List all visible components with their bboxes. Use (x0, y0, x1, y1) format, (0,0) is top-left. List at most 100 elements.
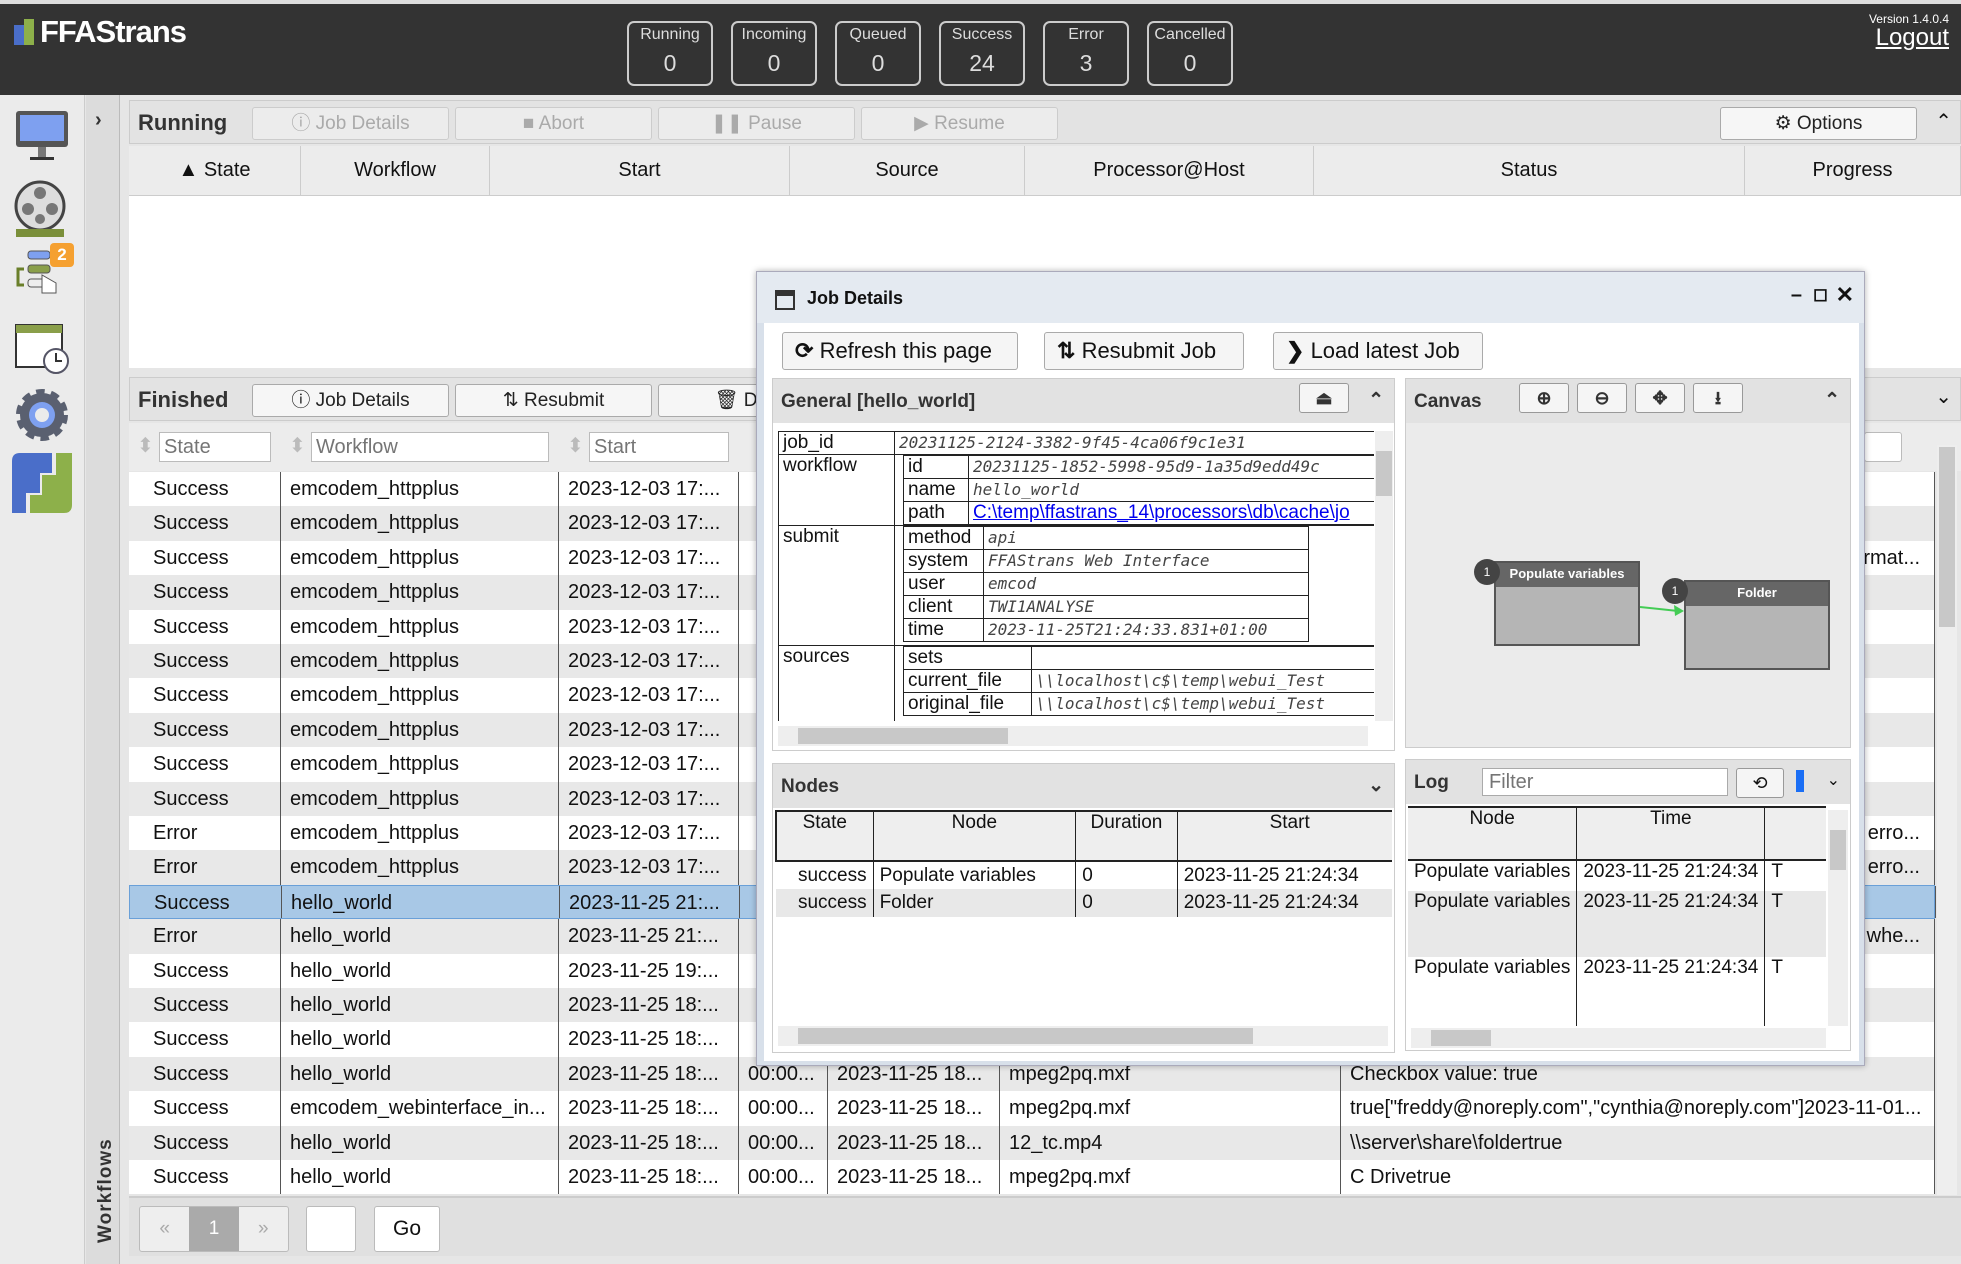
general-v-scrollbar[interactable] (1375, 431, 1393, 721)
scheduler-icon[interactable] (12, 317, 72, 377)
finished-scrollbar[interactable] (1937, 445, 1957, 1195)
options-button[interactable]: ⚙ Options (1720, 107, 1917, 140)
finished-job-details-button[interactable]: ⓘ Job Details (252, 384, 449, 417)
counter-cancelled[interactable]: Cancelled 0 (1147, 21, 1233, 86)
counter-queued[interactable]: Queued 0 (835, 21, 921, 86)
abort-button[interactable]: ■ Abort (455, 107, 652, 140)
cell-end: 2023-11-25 18... (828, 1160, 1000, 1195)
collapse-general-icon[interactable]: ⌃ (1368, 389, 1384, 412)
cell-source: mpeg2pq.mxf (1000, 1091, 1341, 1126)
maximize-icon[interactable]: ◻ (1813, 284, 1828, 305)
column-header-state[interactable]: ▲ State (129, 146, 301, 195)
table-row[interactable]: Success emcodem_webinterface_in... 2023-11… (129, 1091, 1935, 1126)
canvas-node[interactable]: Folder (1684, 580, 1830, 670)
zoom-in-icon[interactable]: ⊕ (1519, 383, 1569, 413)
cell-state: Success (129, 678, 281, 713)
log-column-header[interactable]: Node (1408, 808, 1578, 861)
nodes-column-header[interactable]: Node (873, 811, 1077, 861)
filter-state[interactable] (159, 432, 271, 462)
history-icon[interactable]: ⟲ (1736, 768, 1784, 798)
filter-start[interactable] (589, 432, 729, 462)
counter-incoming[interactable]: Incoming 0 (731, 21, 817, 86)
download-icon[interactable]: ⭳ (1693, 383, 1743, 413)
nodes-column-header[interactable]: State (776, 811, 874, 861)
autoscroll-checkbox[interactable] (1796, 770, 1804, 792)
film-reel-icon[interactable] (12, 179, 72, 239)
nodes-column-header[interactable]: Start (1177, 811, 1392, 861)
table-row[interactable]: Success hello_world 2023-11-25 18:... 00:00… (129, 1160, 1935, 1195)
workflows-panel-toggle[interactable]: › Workflows (86, 95, 120, 1264)
nodes-cell: 0 (1075, 861, 1178, 889)
fit-view-icon[interactable]: ✥ (1635, 383, 1685, 413)
zoom-out-icon[interactable]: ⊖ (1577, 383, 1627, 413)
log-filter-input[interactable] (1482, 768, 1728, 796)
pager-page-1[interactable]: 1 (189, 1207, 239, 1251)
status-filter-input[interactable] (1864, 432, 1902, 462)
cell-workflow: emcodem_httpplus (281, 644, 559, 679)
sort-icon[interactable]: ⬍ (289, 433, 306, 458)
nodes-row[interactable]: successFolder02023-11-25 21:24:34TWI1 (776, 889, 1392, 917)
canvas-title: Canvas (1414, 391, 1482, 412)
log-row[interactable]: Populate variables 2023-11-25 21:24:34 T (1408, 957, 1826, 1026)
cell-workflow: hello_world (281, 1056, 559, 1092)
nodes-h-scrollbar[interactable] (778, 1026, 1388, 1046)
cell-status: \\server\share\foldertrue (1341, 1125, 1935, 1160)
table-row[interactable]: Success hello_world 2023-11-25 18:... 00:00… (129, 1125, 1935, 1160)
expand-nodes-icon[interactable]: ⌄ (1368, 774, 1384, 797)
counter-value: 3 (1079, 50, 1093, 76)
nodes-cell: 2023-11-25 21:24:34 (1177, 861, 1392, 889)
pager-bar: « 1 » Go (129, 1196, 1961, 1256)
cell-state: Success (129, 1091, 281, 1126)
workflow-path-link[interactable]: C:\temp\ffastrans_14\processors\db\cache… (968, 501, 1374, 525)
resubmit-job-button[interactable]: ⇅ Resubmit Job (1044, 332, 1244, 370)
refresh-page-button[interactable]: ⟳ Refresh this page (782, 332, 1018, 370)
general-h-scrollbar[interactable] (778, 726, 1368, 746)
collapse-running-icon[interactable]: ⌃ (1935, 109, 1952, 134)
cell-workflow: emcodem_httpplus (281, 712, 559, 748)
log-column-header[interactable]: Time (1576, 808, 1766, 861)
canvas-node[interactable]: Populate variables (1494, 561, 1640, 646)
pager-next-button[interactable]: » (239, 1207, 288, 1251)
collapse-finished-icon[interactable]: ⌄ (1935, 384, 1952, 409)
running-job-details-button[interactable]: ⓘ Job Details (252, 107, 449, 140)
dialog-titlebar[interactable]: Job Details – ◻ ✕ (757, 272, 1864, 323)
log-cell: Populate variables (1408, 860, 1578, 891)
column-header-start[interactable]: Start (490, 146, 790, 195)
ffastrans-logo-icon[interactable] (12, 453, 72, 513)
column-header-workflow[interactable]: Workflow (301, 146, 490, 195)
resubmit-button[interactable]: ⇅ Resubmit (455, 384, 652, 417)
pause-button[interactable]: ❚❚ Pause (658, 107, 855, 140)
nodes-title: Nodes (781, 776, 840, 797)
log-row[interactable]: Populate variables 2023-11-25 21:24:34 T (1408, 860, 1826, 891)
go-button[interactable]: Go (374, 1206, 440, 1252)
eject-icon[interactable]: ⏏ (1299, 383, 1349, 413)
page-number-input[interactable] (306, 1206, 356, 1252)
settings-gear-icon[interactable] (12, 385, 72, 445)
load-latest-job-button[interactable]: ❯ Load latest Job (1273, 332, 1483, 370)
column-header-source[interactable]: Source (790, 146, 1025, 195)
nodes-column-header[interactable]: Duration (1075, 811, 1178, 861)
nodes-row[interactable]: success Populate variables 0 2023-11-25 21:… (776, 861, 1392, 889)
counter-running[interactable]: Running 0 (627, 21, 713, 86)
resume-button[interactable]: ▶ Resume (861, 107, 1058, 140)
sort-icon[interactable]: ⬍ (567, 433, 584, 458)
column-header-progress[interactable]: Progress (1745, 146, 1961, 195)
collapse-canvas-icon[interactable]: ⌃ (1824, 389, 1840, 412)
logout-link[interactable]: Logout (1876, 24, 1949, 52)
close-icon[interactable]: ✕ (1836, 282, 1854, 308)
log-row[interactable]: Populate variables 2023-11-25 21:24:34 T (1408, 890, 1826, 958)
log-v-scrollbar[interactable] (1828, 810, 1848, 1026)
column-header-processor-host[interactable]: Processor@Host (1025, 146, 1314, 195)
log-h-scrollbar[interactable] (1411, 1028, 1826, 1048)
column-header-status[interactable]: Status (1314, 146, 1745, 195)
chevron-right-icon[interactable]: › (95, 109, 102, 132)
minimize-icon[interactable]: – (1791, 284, 1802, 307)
monitor-icon[interactable] (12, 107, 72, 167)
filter-workflow[interactable] (311, 432, 549, 462)
cell-start: 2023-12-03 17:... (559, 850, 739, 885)
pager-prev-button[interactable]: « (140, 1207, 189, 1251)
expand-log-icon[interactable]: ⌄ (1827, 770, 1840, 790)
sort-icon[interactable]: ⬍ (137, 433, 154, 458)
counter-error[interactable]: Error 3 (1043, 21, 1129, 86)
counter-success[interactable]: Success 24 (939, 21, 1025, 86)
